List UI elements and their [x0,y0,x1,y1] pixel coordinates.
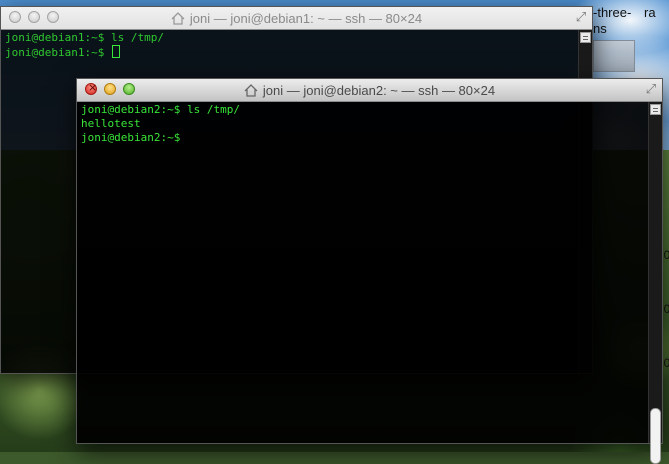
minimize-button[interactable] [104,83,116,95]
close-button[interactable] [85,81,97,95]
terminal-line: joni@debian1:~$ [5,45,578,60]
close-button[interactable] [9,11,21,23]
terminal-window-debian2[interactable]: joni — joni@debian2: ~ — ssh — 80×24 ⤢ j… [76,78,663,464]
home-icon [244,83,258,97]
zoom-button[interactable] [123,83,135,95]
fullscreen-icon[interactable]: ⤢ [574,11,588,25]
split-pane-button[interactable] [650,104,661,115]
scrollbar-thumb[interactable] [650,408,661,464]
terminal-line: joni@debian2:~$ ls /tmp/ [81,103,240,116]
terminal-prompt: joni@debian1:~$ [5,46,111,59]
home-icon [171,11,185,25]
desktop-file-icon[interactable] [593,40,635,72]
desktop-file-label[interactable]: ns [593,22,607,36]
window-title: joni — joni@debian1: ~ — ssh — 80×24 [171,11,422,26]
window-controls [9,11,59,23]
window-title-text: joni — joni@debian1: ~ — ssh — 80×24 [189,10,423,26]
terminal-output[interactable]: joni@debian2:~$ ls /tmp/hellotest joni@de… [81,103,648,443]
window-title-text: joni — joni@debian2: ~ — ssh — 80×24 [262,82,496,98]
zoom-button[interactable] [47,11,59,23]
window-titlebar[interactable]: joni — joni@debian1: ~ — ssh — 80×24 ⤢ [1,7,592,30]
terminal-line: joni@debian1:~$ ls /tmp/ [5,31,164,44]
window-titlebar[interactable]: joni — joni@debian2: ~ — ssh — 80×24 ⤢ [77,79,662,102]
fullscreen-icon[interactable]: ⤢ [644,83,658,97]
text-cursor [111,45,120,58]
window-controls [85,81,135,95]
split-pane-button[interactable] [580,32,591,43]
desktop-file-label[interactable]: -three- [593,6,631,20]
minimize-button[interactable] [28,11,40,23]
terminal-line: joni@debian2:~$ [81,131,181,144]
terminal-line: hellotest [81,117,141,130]
window-title: joni — joni@debian2: ~ — ssh — 80×24 [244,83,495,98]
desktop-file-label[interactable]: ra [644,6,656,20]
scrollbar[interactable] [648,102,662,464]
